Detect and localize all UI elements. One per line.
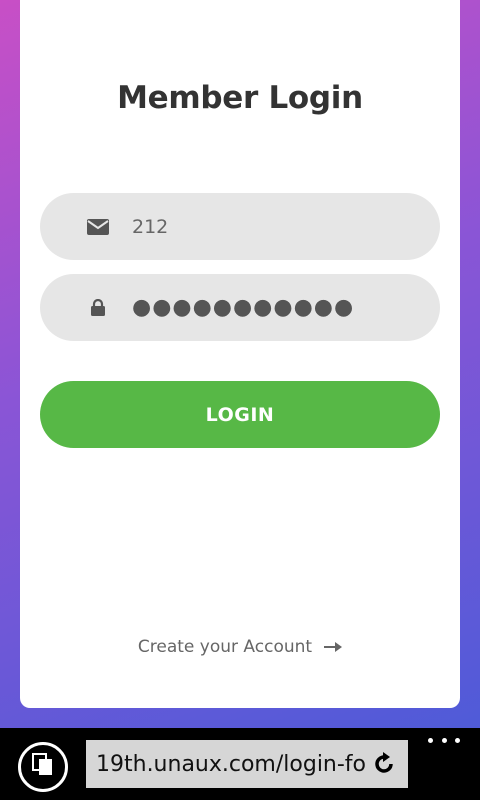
username-field[interactable]: 212 (40, 193, 440, 260)
password-field[interactable]: ●●●●●●●●●●● (40, 274, 440, 341)
dot (441, 737, 447, 743)
browser-bottom-bar: 19th.unaux.com/login-fo (0, 728, 480, 800)
login-card: Member Login 212 ●●●●●●●●●●● LOGIN Creat… (20, 0, 460, 708)
page-title: Member Login (117, 80, 363, 116)
login-button[interactable]: LOGIN (40, 381, 440, 448)
username-input[interactable]: 212 (132, 193, 410, 260)
create-account-link[interactable]: Create your Account (20, 637, 460, 657)
tabs-button[interactable] (18, 742, 68, 792)
more-dots-icon[interactable] (428, 730, 460, 750)
envelope-icon (86, 193, 110, 260)
dot (455, 737, 460, 743)
reload-icon[interactable] (370, 750, 398, 778)
arrow-right-icon (324, 642, 343, 652)
password-input[interactable]: ●●●●●●●●●●● (132, 274, 410, 341)
url-text[interactable]: 19th.unaux.com/login-fo (96, 740, 366, 788)
address-bar[interactable]: 19th.unaux.com/login-fo (86, 740, 408, 788)
lock-icon (86, 274, 110, 341)
dot (428, 737, 433, 743)
create-account-label: Create your Account (137, 637, 313, 657)
tabs-icon (32, 753, 54, 781)
